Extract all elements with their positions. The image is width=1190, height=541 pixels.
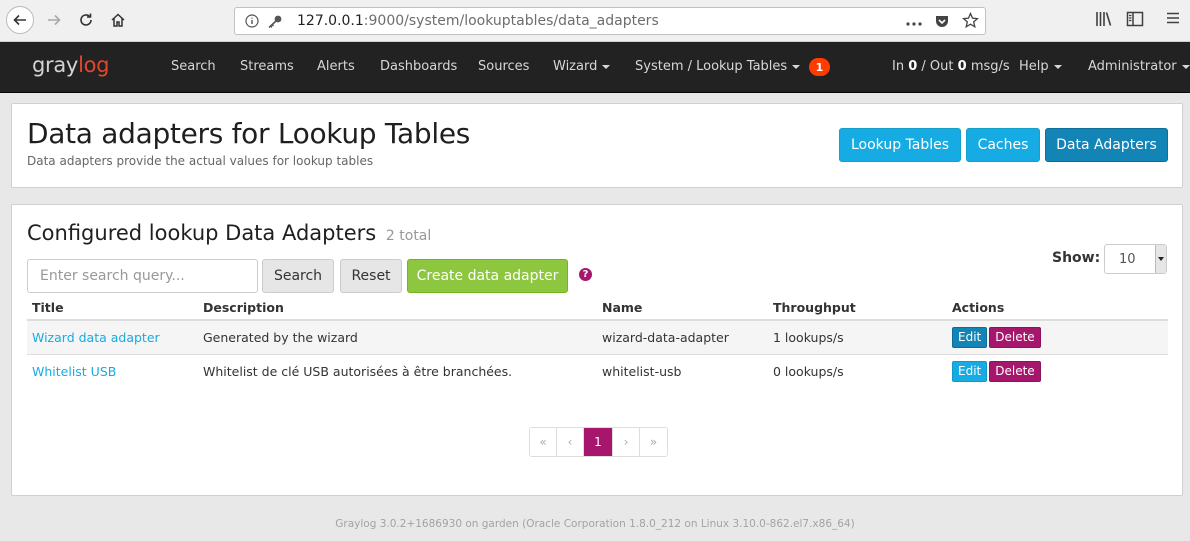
page-header-panel: Data adapters for Lookup Tables Data ada… xyxy=(11,103,1183,188)
throughput-out-label: / Out xyxy=(921,59,954,74)
nav-system-label: System / Lookup Tables xyxy=(635,59,788,74)
cell-title: Whitelist USB xyxy=(27,354,198,388)
last-page-button[interactable]: » xyxy=(640,428,667,456)
prev-page-button[interactable]: ‹ xyxy=(557,428,584,456)
browser-toolbar: 127.0.0.1:9000/system/lookuptables/data_… xyxy=(0,0,1190,42)
adapter-title-link[interactable]: Whitelist USB xyxy=(32,364,116,379)
star-icon[interactable] xyxy=(961,11,980,33)
cell-description: Whitelist de clé USB autorisées à être b… xyxy=(203,363,513,379)
page-1-button[interactable]: 1 xyxy=(584,428,613,456)
column-actions: Actions xyxy=(947,294,1168,321)
graylog-logo[interactable]: gray log xyxy=(32,53,109,77)
reset-button[interactable]: Reset xyxy=(340,259,402,293)
data-adapters-button[interactable]: Data Adapters xyxy=(1045,128,1168,162)
column-name[interactable]: Name xyxy=(597,294,768,321)
menu-icon[interactable] xyxy=(1165,10,1181,26)
page-size-select[interactable]: 10 xyxy=(1104,244,1167,274)
url-host: 127.0.0.1 xyxy=(297,13,364,29)
cell-actions: Edit Delete xyxy=(947,320,1168,355)
table-header-row: Title Description Name Throughput Action… xyxy=(27,294,1168,321)
url-bar[interactable]: 127.0.0.1:9000/system/lookuptables/data_… xyxy=(234,7,986,35)
cell-throughput: 1 lookups/s xyxy=(768,320,947,355)
cell-name: whitelist-usb xyxy=(602,363,682,379)
nav-user-dropdown[interactable]: Administrator xyxy=(1088,59,1190,74)
url-path: :9000/system/lookuptables/data_adapters xyxy=(363,13,659,29)
cell-title: Wizard data adapter xyxy=(27,320,198,355)
page-subtitle: Data adapters provide the actual values … xyxy=(27,154,374,168)
pagination: « ‹ 1 › » xyxy=(529,427,668,457)
brand-text-red: log xyxy=(78,53,110,77)
more-icon[interactable] xyxy=(906,15,922,31)
search-button[interactable]: Search xyxy=(262,259,334,293)
page-title: Data adapters for Lookup Tables xyxy=(27,117,471,150)
notifications-badge[interactable]: 1 xyxy=(809,58,830,76)
nav-wizard-label: Wizard xyxy=(553,59,598,74)
nav-streams[interactable]: Streams xyxy=(240,59,294,74)
data-adapters-table: Title Description Name Throughput Action… xyxy=(27,294,1168,388)
info-icon[interactable] xyxy=(245,14,261,28)
cell-throughput: 0 lookups/s xyxy=(773,363,844,379)
nav-user-label: Administrator xyxy=(1088,59,1177,74)
forward-icon[interactable] xyxy=(40,6,68,34)
throughput-indicator[interactable]: In 0 / Out 0 msg/s xyxy=(892,59,1010,74)
home-icon[interactable] xyxy=(104,6,132,34)
cell-name: wizard-data-adapter xyxy=(597,320,768,355)
total-count: 2 total xyxy=(385,228,432,244)
reload-icon[interactable] xyxy=(72,6,100,34)
lookup-tables-button[interactable]: Lookup Tables xyxy=(839,128,961,162)
edit-button[interactable]: Edit xyxy=(952,326,988,348)
nav-help-dropdown[interactable]: Help xyxy=(1019,59,1062,74)
adapter-title-link[interactable]: Wizard data adapter xyxy=(32,330,160,345)
throughput-unit: msg/s xyxy=(970,59,1010,74)
caret-down-icon xyxy=(602,64,611,69)
throughput-in-value: 0 xyxy=(908,59,918,74)
cell-actions: Edit Delete xyxy=(947,354,1168,388)
caret-down-icon xyxy=(1053,64,1062,69)
create-data-adapter-button[interactable]: Create data adapter xyxy=(407,259,568,293)
section-title: Configured lookup Data Adapters 2 total xyxy=(27,221,431,245)
column-title[interactable]: Title xyxy=(27,294,198,321)
nav-dashboards[interactable]: Dashboards xyxy=(380,59,457,74)
next-page-button[interactable]: › xyxy=(613,428,640,456)
search-input[interactable]: Enter search query... xyxy=(27,259,258,293)
key-icon[interactable] xyxy=(267,14,283,28)
caches-button[interactable]: Caches xyxy=(966,128,1040,162)
page-size-value: 10 xyxy=(1119,251,1136,267)
throughput-out-value: 0 xyxy=(957,59,967,74)
data-adapters-panel: Configured lookup Data Adapters 2 total … xyxy=(11,204,1183,496)
sidebar-icon[interactable] xyxy=(1126,10,1144,28)
top-navbar: gray log Search Streams Alerts Dashboards… xyxy=(0,42,1190,93)
nav-alerts[interactable]: Alerts xyxy=(317,59,355,74)
nav-system-dropdown[interactable]: System / Lookup Tables xyxy=(635,59,801,74)
delete-button[interactable]: Delete xyxy=(989,360,1041,382)
pocket-icon[interactable] xyxy=(934,13,950,33)
nav-help-label: Help xyxy=(1019,59,1049,74)
table-row: Wizard data adapter Generated by the wiz… xyxy=(27,320,1168,355)
show-label: Show: xyxy=(1052,250,1101,266)
back-icon[interactable] xyxy=(6,6,34,34)
edit-button[interactable]: Edit xyxy=(952,360,988,382)
nav-sources[interactable]: Sources xyxy=(478,59,529,74)
caret-down-icon xyxy=(1181,64,1190,69)
throughput-in-label: In xyxy=(892,59,905,74)
section-title-text: Configured lookup Data Adapters xyxy=(27,221,377,245)
delete-button[interactable]: Delete xyxy=(989,326,1041,348)
column-description[interactable]: Description xyxy=(198,294,597,321)
library-icon[interactable] xyxy=(1095,10,1113,28)
nav-wizard-dropdown[interactable]: Wizard xyxy=(553,59,611,74)
caret-down-icon xyxy=(792,64,801,69)
url-text[interactable]: 127.0.0.1:9000/system/lookuptables/data_… xyxy=(297,13,659,29)
footer-version: Graylog 3.0.2+1686930 on garden (Oracle … xyxy=(335,518,855,530)
select-arrow-icon xyxy=(1155,245,1166,273)
brand-text-gray: gray xyxy=(32,53,79,77)
help-icon[interactable]: ? xyxy=(579,268,592,281)
first-page-button[interactable]: « xyxy=(530,428,557,456)
cell-description: Generated by the wizard xyxy=(198,320,597,355)
nav-search[interactable]: Search xyxy=(171,59,216,74)
column-throughput[interactable]: Throughput xyxy=(768,294,947,321)
table-row: Whitelist USB Whitelist de clé USB autor… xyxy=(27,354,1168,388)
